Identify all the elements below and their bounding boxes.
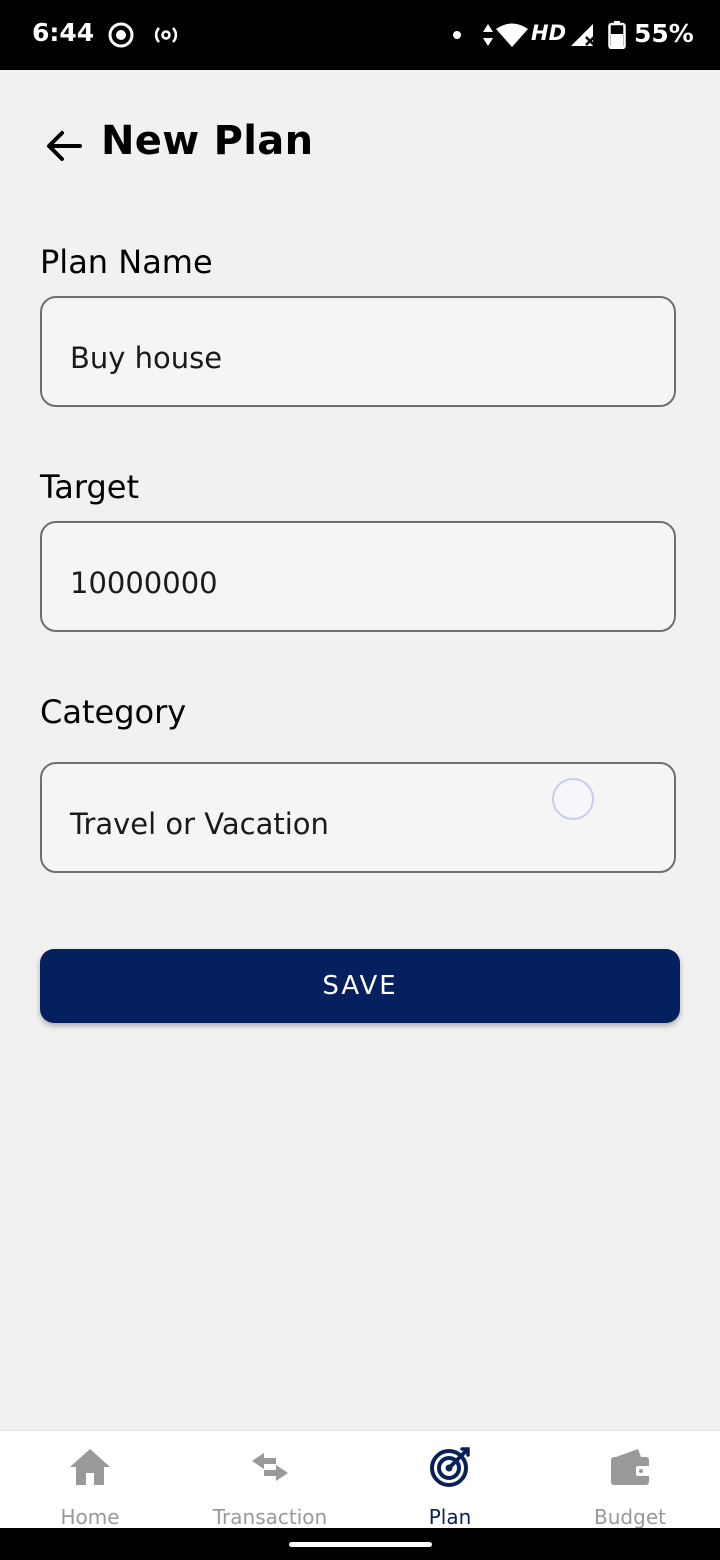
nav-item-home[interactable]: Home	[0, 1431, 180, 1529]
status-time: 6:44	[32, 18, 95, 47]
category-label: Category	[40, 693, 187, 731]
hotspot-icon	[150, 20, 182, 50]
home-icon	[0, 1445, 180, 1489]
network-type: HD	[531, 21, 567, 45]
target-label: Target	[40, 468, 139, 506]
category-value: Travel or Vacation	[70, 807, 329, 841]
plan-name-field[interactable]: Buy house	[40, 296, 676, 407]
page-title: New Plan	[101, 118, 314, 164]
target-value: 10000000	[70, 566, 218, 600]
nav-label-home: Home	[60, 1505, 120, 1529]
nav-item-transaction[interactable]: Transaction	[180, 1431, 360, 1529]
wifi-icon	[494, 20, 530, 50]
battery-icon	[606, 20, 628, 50]
nav-label-budget: Budget	[594, 1505, 666, 1529]
screen-record-icon	[106, 20, 136, 50]
cell-signal-icon	[568, 20, 598, 50]
nav-label-plan: Plan	[428, 1505, 472, 1529]
wallet-icon	[540, 1445, 720, 1489]
target-field[interactable]: 10000000	[40, 521, 676, 632]
battery-percentage: 55%	[634, 19, 694, 48]
arrow-left-icon	[47, 131, 82, 161]
plan-name-label: Plan Name	[40, 243, 213, 281]
dropdown-ripple-indicator	[552, 778, 594, 820]
gesture-navigation-area	[0, 1528, 720, 1560]
plan-name-value: Buy house	[70, 341, 223, 375]
nav-item-plan[interactable]: Plan	[360, 1431, 540, 1529]
back-button[interactable]	[40, 122, 88, 170]
target-icon	[360, 1445, 540, 1489]
nav-item-budget[interactable]: Budget	[540, 1431, 720, 1529]
category-dropdown[interactable]: Travel or Vacation	[40, 762, 676, 873]
notification-dot-icon	[450, 20, 464, 50]
bottom-navigation: Home Transaction Plan Budget	[0, 1430, 720, 1529]
home-gesture-handle[interactable]	[289, 1542, 432, 1547]
status-bar: 6:44 HD 55%	[0, 0, 720, 70]
nav-label-transaction: Transaction	[212, 1505, 328, 1529]
swap-arrows-icon	[180, 1445, 360, 1489]
save-button[interactable]: SAVE	[40, 949, 680, 1023]
